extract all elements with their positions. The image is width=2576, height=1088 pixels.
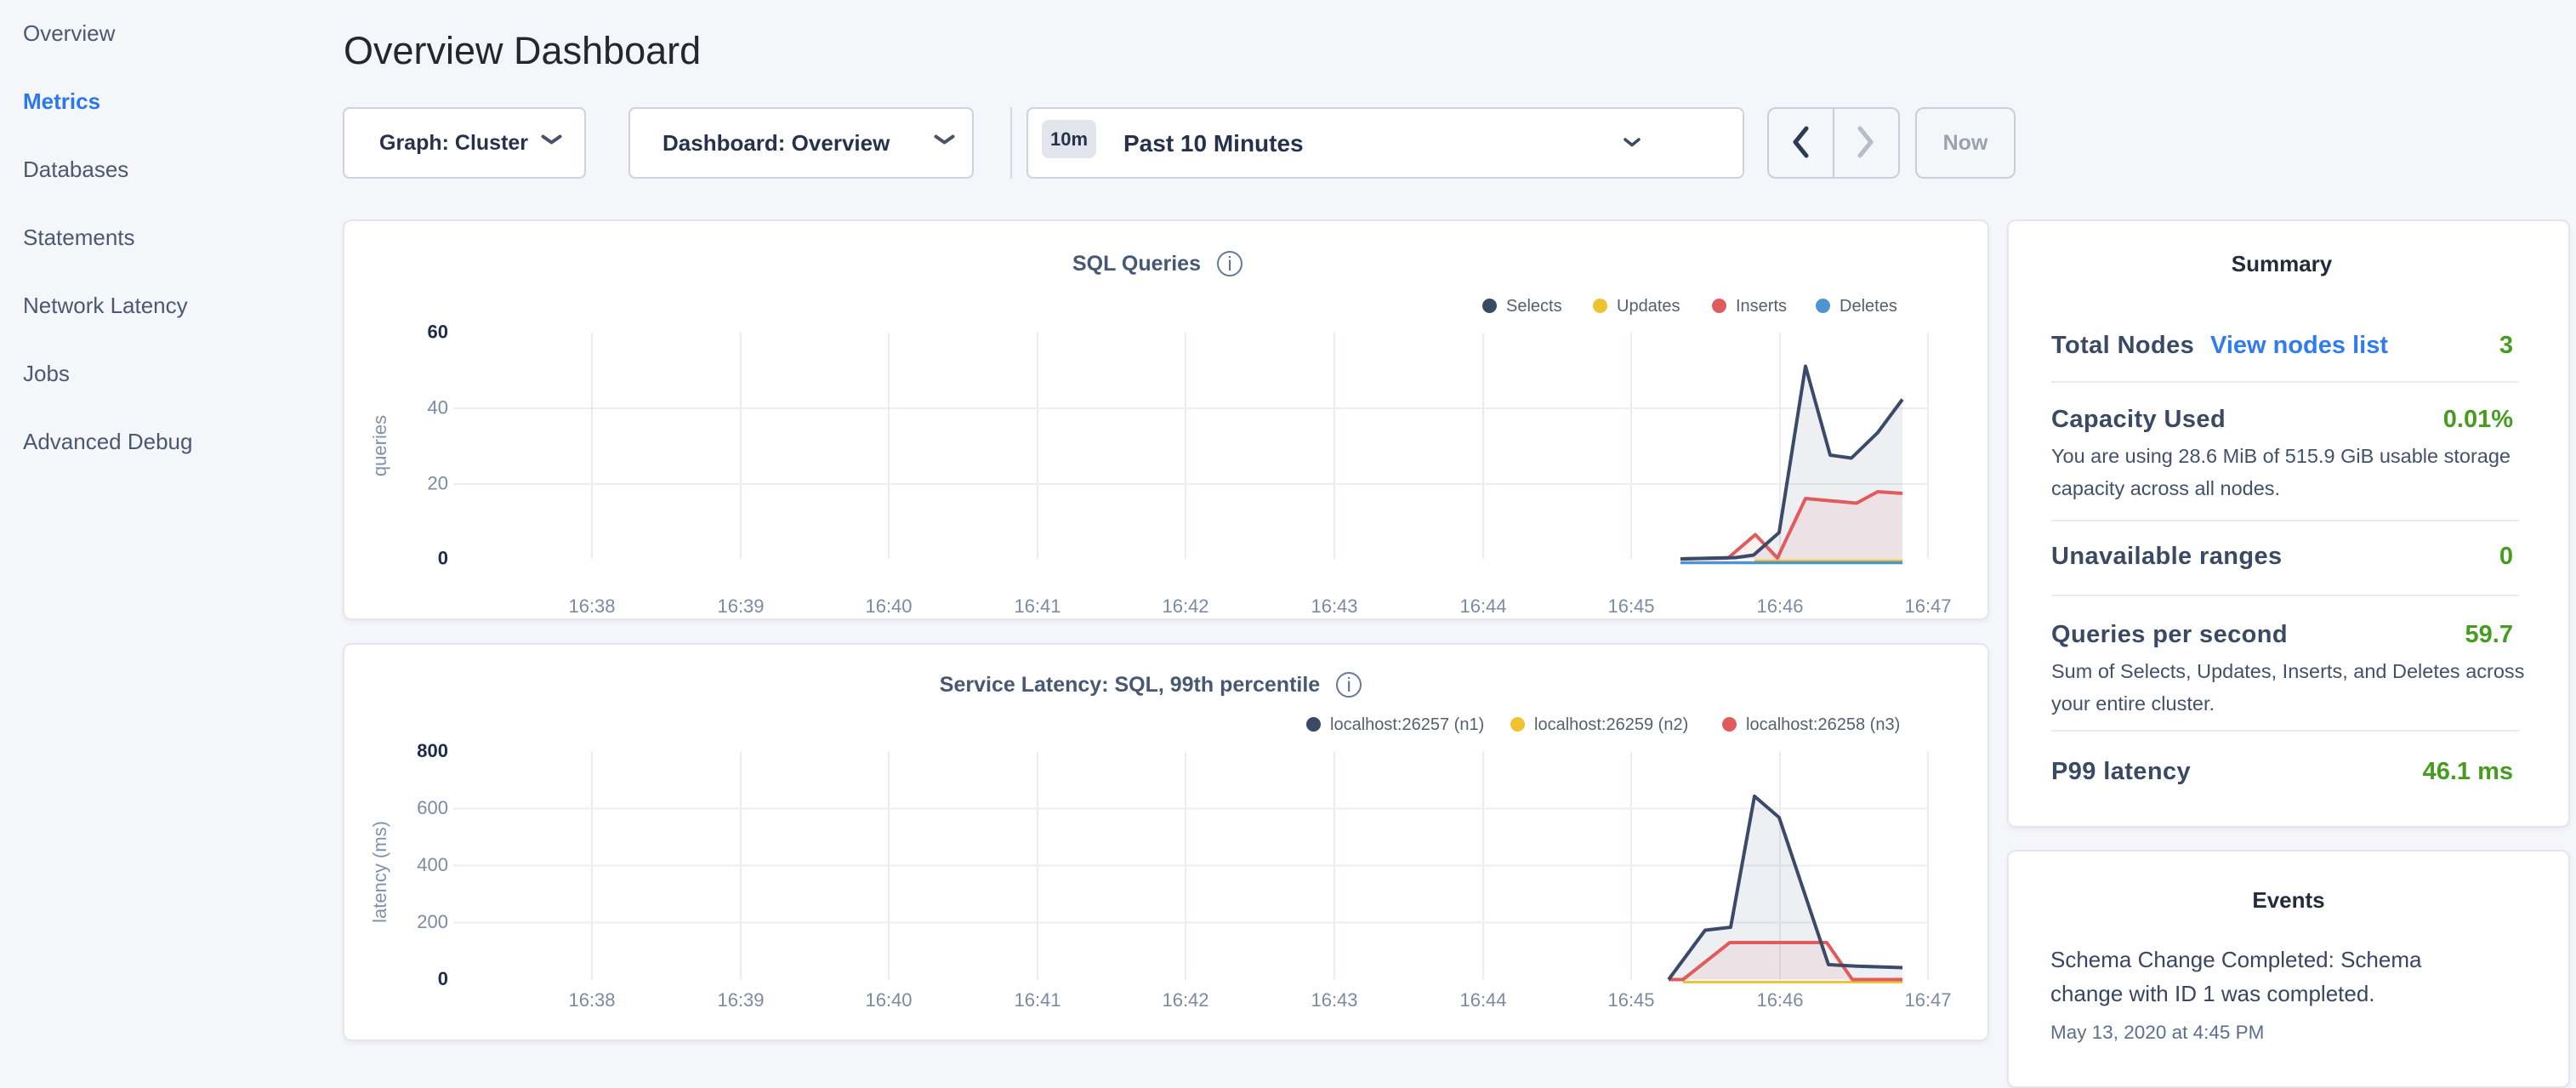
svg-text:0: 0 — [438, 548, 448, 569]
svg-text:60: 60 — [428, 322, 448, 343]
svg-text:40: 40 — [428, 397, 448, 419]
svg-text:16:47: 16:47 — [1904, 595, 1951, 617]
svg-text:16:39: 16:39 — [717, 595, 764, 617]
svg-text:16:45: 16:45 — [1607, 595, 1654, 617]
svg-text:16:43: 16:43 — [1311, 595, 1357, 617]
svg-text:16:47: 16:47 — [1904, 989, 1951, 1011]
svg-text:16:40: 16:40 — [865, 989, 912, 1011]
svg-text:16:44: 16:44 — [1459, 595, 1506, 617]
svg-text:16:42: 16:42 — [1162, 595, 1208, 617]
svg-text:16:46: 16:46 — [1756, 595, 1803, 617]
svg-text:400: 400 — [417, 854, 448, 875]
svg-text:16:41: 16:41 — [1014, 595, 1061, 617]
svg-text:16:38: 16:38 — [568, 989, 615, 1011]
svg-text:16:42: 16:42 — [1162, 989, 1208, 1011]
svg-text:16:44: 16:44 — [1459, 989, 1506, 1011]
svg-text:16:43: 16:43 — [1311, 989, 1357, 1011]
svg-text:200: 200 — [417, 911, 448, 932]
svg-text:latency (ms): latency (ms) — [369, 821, 390, 923]
svg-text:16:39: 16:39 — [717, 989, 764, 1011]
svg-text:16:41: 16:41 — [1014, 989, 1061, 1011]
svg-text:queries: queries — [369, 415, 390, 476]
svg-text:800: 800 — [417, 740, 448, 761]
svg-text:16:45: 16:45 — [1607, 989, 1654, 1011]
svg-text:0: 0 — [438, 968, 448, 989]
svg-text:16:38: 16:38 — [568, 595, 615, 617]
svg-text:20: 20 — [428, 473, 448, 494]
svg-text:16:46: 16:46 — [1756, 989, 1803, 1011]
svg-text:600: 600 — [417, 797, 448, 818]
svg-text:16:40: 16:40 — [865, 595, 912, 617]
